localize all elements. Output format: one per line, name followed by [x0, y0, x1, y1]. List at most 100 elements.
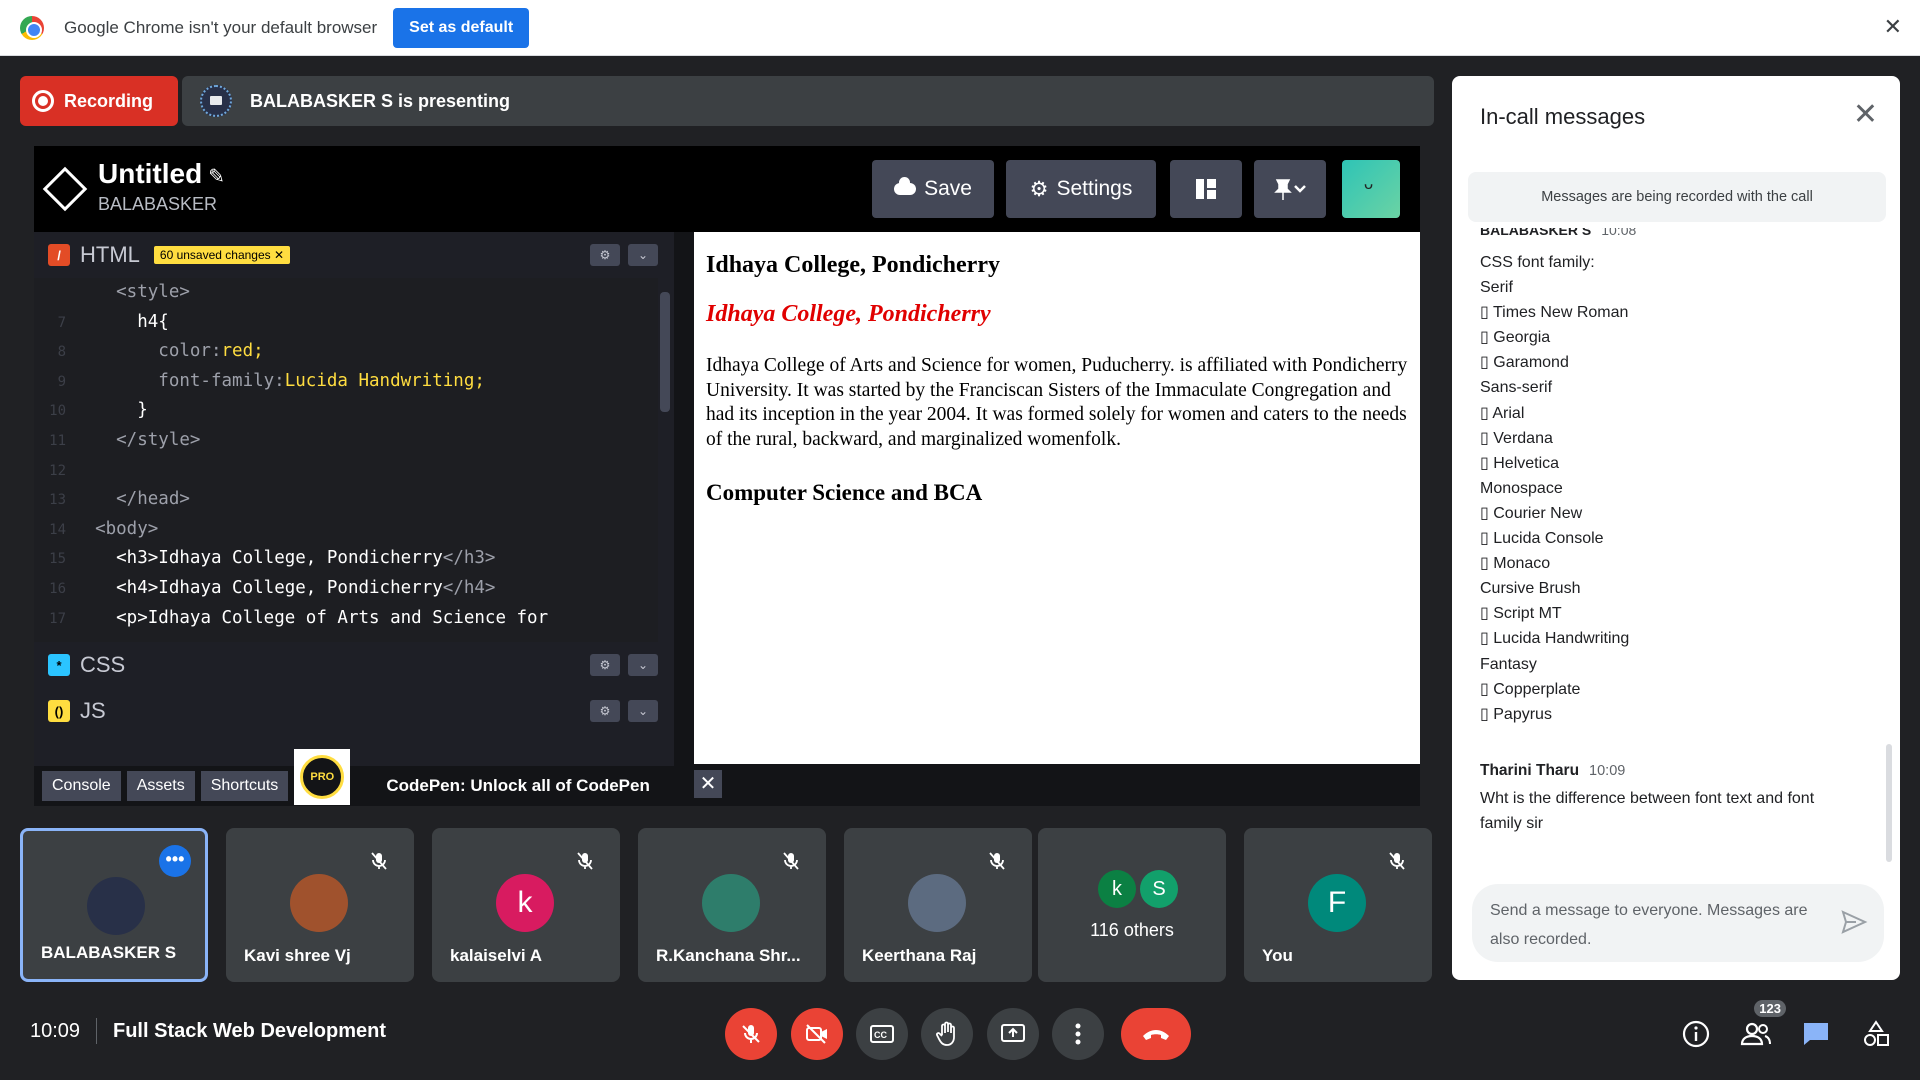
message-line: ▯ Arial: [1480, 404, 1525, 422]
pane-settings-icon[interactable]: ⚙: [590, 700, 620, 722]
mic-muted-icon: [1386, 850, 1408, 872]
message-header: Tharini Tharu 10:09: [1480, 762, 1860, 780]
pane-settings-icon[interactable]: ⚙: [590, 654, 620, 676]
code-value: Lucida Handwriting;: [284, 370, 485, 391]
code-property: font-family:: [74, 370, 285, 391]
chat-icon: [1804, 1023, 1828, 1045]
console-tab[interactable]: Console: [42, 771, 121, 801]
pin-button[interactable]: [1254, 160, 1326, 218]
participant-name: BALABASKER S: [41, 943, 177, 962]
participant-name: You: [1262, 946, 1293, 965]
message-line: ▯ Garamond: [1480, 354, 1569, 372]
avatar: S: [1140, 870, 1178, 908]
more-options-button[interactable]: [1052, 1008, 1104, 1060]
set-as-default-button[interactable]: Set as default: [393, 7, 530, 48]
pro-badge-text: PRO: [300, 755, 345, 799]
participant-tile[interactable]: R.Kanchana Shr...: [638, 828, 826, 982]
pane-settings-icon[interactable]: ⚙: [590, 244, 620, 266]
message-line: CSS font family:: [1480, 254, 1595, 271]
save-button[interactable]: Save: [872, 160, 994, 218]
settings-button[interactable]: ⚙ Settings: [1006, 160, 1156, 218]
message-body: CSS font family: Serif ▯ Times New Roman ▯ …: [1480, 250, 1629, 727]
unsaved-changes-text: 60 unsaved changes: [159, 248, 271, 262]
participant-tile[interactable]: Keerthana Raj: [844, 828, 1032, 982]
message-line: ▯ Lucida Handwriting: [1480, 630, 1630, 648]
chat-message-input[interactable]: Send a message to everyone. Messages are…: [1472, 884, 1884, 962]
code-line: 9 font-family:Lucida Handwriting;: [34, 367, 658, 397]
chevron-down-icon[interactable]: ⌄: [628, 700, 658, 722]
participant-tile[interactable]: ••• BALABASKER S: [20, 828, 208, 982]
code-tag: <style>: [74, 282, 190, 302]
others-tile[interactable]: k S 116 others: [1038, 828, 1226, 982]
in-call-messages-panel: In-call messages ✕ Messages are being re…: [1452, 76, 1900, 980]
participant-tile[interactable]: F You: [1244, 828, 1432, 982]
code-line: 15 <h3>Idhaya College, Pondicherry</h3>: [34, 544, 658, 574]
camera-off-icon: [806, 1024, 827, 1044]
chevron-down-icon[interactable]: ⌄: [628, 654, 658, 676]
pencil-icon: ✎: [208, 166, 225, 188]
layout-button[interactable]: [1170, 160, 1242, 218]
more-options-icon[interactable]: •••: [159, 845, 191, 877]
css-pane-header[interactable]: * CSS ⚙ ⌄: [34, 642, 674, 688]
message-sender: BALABASKER S 10:08: [1480, 228, 1636, 238]
recording-label: Recording: [64, 90, 154, 111]
close-icon[interactable]: ✕: [694, 770, 722, 798]
unlock-promo-text[interactable]: CodePen: Unlock all of CodePen: [386, 766, 650, 806]
code-line: 12: [34, 456, 658, 486]
raise-hand-button[interactable]: [921, 1008, 973, 1060]
others-count: 116 others: [1090, 920, 1174, 940]
present-screen-button[interactable]: [987, 1008, 1039, 1060]
participant-tile[interactable]: Kavi shree Vj: [226, 828, 414, 982]
activities-button[interactable]: [1856, 1014, 1896, 1054]
code-line: 7 h4{: [34, 308, 658, 338]
line-number: 9: [57, 373, 66, 390]
unlock-promo: CodePen: Unlock all of CodePen: [356, 766, 650, 806]
editor-scrollbar[interactable]: [660, 292, 670, 412]
message-sender-name: BALABASKER S: [1480, 228, 1592, 238]
more-vert-icon: [1075, 1023, 1081, 1045]
shortcuts-tab[interactable]: Shortcuts: [200, 771, 289, 801]
js-pane-tools: ⚙ ⌄: [590, 700, 658, 722]
chevron-down-icon[interactable]: ⌄: [628, 244, 658, 266]
message-line: ▯ Georgia: [1480, 329, 1551, 347]
code-line: 16 <h4>Idhaya College, Pondicherry</h4>: [34, 574, 658, 604]
code-tag: </head>: [74, 489, 190, 510]
captions-button[interactable]: CC: [856, 1008, 908, 1060]
participant-name: R.Kanchana Shr...: [656, 946, 801, 965]
meeting-details-button[interactable]: [1676, 1014, 1716, 1054]
avatar: F: [1308, 874, 1366, 932]
preview-h4: Idhaya College, Pondicherry: [706, 301, 991, 327]
chat-button[interactable]: [1796, 1014, 1836, 1054]
message-line: ▯ Helvetica: [1480, 454, 1560, 472]
unsaved-changes-badge[interactable]: 60 unsaved changes ✕: [153, 246, 291, 264]
leave-call-button[interactable]: [1121, 1008, 1191, 1060]
pro-badge[interactable]: PRO: [294, 749, 351, 805]
html-pane-header[interactable]: / HTML 60 unsaved changes ✕ ⚙ ⌄: [34, 232, 674, 278]
html-code-editor[interactable]: <style> 7 h4{8 color:red; 9 font-family:Lu…: [34, 278, 658, 642]
participant-name: Kavi shree Vj: [244, 946, 351, 965]
message-time: 10:08: [1601, 228, 1637, 238]
close-icon[interactable]: ✕: [1853, 100, 1878, 130]
avatar: k: [1098, 870, 1136, 908]
microphone-toggle-button[interactable]: [725, 1008, 777, 1060]
codepen-user-avatar[interactable]: [1342, 160, 1400, 218]
assets-tab[interactable]: Assets: [126, 771, 195, 801]
html-pane-label: HTML: [80, 242, 140, 267]
recording-button[interactable]: Recording: [20, 76, 178, 126]
message-line: ▯ Verdana: [1480, 429, 1553, 447]
chat-message-list[interactable]: BALABASKER S 10:08 CSS font family: Serif ▯…: [1452, 228, 1892, 878]
line-number: 13: [49, 492, 66, 509]
send-icon[interactable]: [1840, 908, 1868, 936]
people-button[interactable]: 123: [1736, 1000, 1786, 1054]
chrome-logo-icon: [20, 15, 44, 40]
message-line: Monospace: [1480, 479, 1563, 497]
message-line: ▯ Copperplate: [1480, 680, 1581, 698]
chat-scrollbar[interactable]: [1886, 744, 1892, 862]
js-pane-header[interactable]: () JS ⚙ ⌄: [34, 688, 674, 734]
line-number: 8: [57, 344, 66, 361]
code-content: Idhaya College of Arts and Science for: [147, 607, 549, 628]
participant-tile[interactable]: k kalaiselvi A: [432, 828, 620, 982]
infobar-close-icon[interactable]: ✕: [1884, 14, 1902, 40]
end-call-icon: [1143, 1030, 1169, 1040]
camera-toggle-button[interactable]: [791, 1008, 843, 1060]
